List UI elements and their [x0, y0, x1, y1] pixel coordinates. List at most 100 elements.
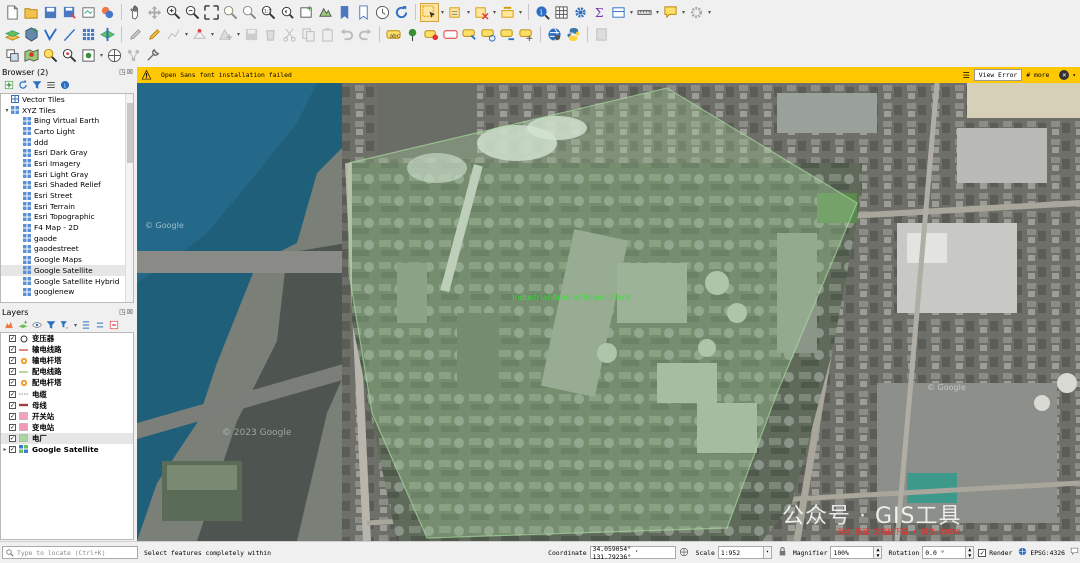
- layer-visibility-checkbox[interactable]: ✓: [9, 335, 16, 343]
- filter-icon[interactable]: [31, 79, 43, 91]
- select-by-value-icon[interactable]: [447, 4, 464, 21]
- zoom-out-icon[interactable]: [184, 4, 201, 21]
- new-geopackage-icon[interactable]: [23, 26, 40, 43]
- chevron-down-icon[interactable]: ▾: [236, 31, 241, 38]
- map-canvas[interactable]: Industrial Area of Power Plant © Google …: [137, 83, 1080, 541]
- processing-gear-icon[interactable]: [572, 4, 589, 21]
- new-project-icon[interactable]: [4, 4, 21, 21]
- edit-pencil-icon[interactable]: [127, 26, 144, 43]
- expand-all-icon[interactable]: [80, 319, 92, 331]
- data-source-manager-icon[interactable]: [4, 26, 21, 43]
- browser-item[interactable]: Google Satellite: [1, 265, 133, 276]
- zoom-layer-icon[interactable]: [241, 4, 258, 21]
- browser-item[interactable]: ▾ XYZ Tiles: [1, 105, 133, 116]
- save-as-icon[interactable]: [61, 4, 78, 21]
- zoom-to-point-icon[interactable]: [61, 47, 78, 64]
- select-features-icon[interactable]: [420, 2, 439, 22]
- browser-item[interactable]: Carto Light: [1, 126, 133, 137]
- crs-globe-icon[interactable]: [1018, 547, 1028, 558]
- layer-visibility-checkbox[interactable]: ✓: [9, 346, 16, 354]
- layer-item[interactable]: ✓ 电缆: [1, 388, 133, 399]
- chevron-down-icon[interactable]: ▾: [492, 9, 497, 16]
- browser-item[interactable]: Esri Shaded Relief: [1, 180, 133, 191]
- coordinate-toggle-icon[interactable]: [679, 547, 690, 559]
- browser-item[interactable]: F4 Map - 2D: [1, 222, 133, 233]
- label-toolbar-icon[interactable]: abc: [385, 26, 402, 43]
- paste-icon[interactable]: [319, 26, 336, 43]
- layer-item[interactable]: ▸ ✓ Google Satellite: [1, 444, 133, 455]
- label-show-hide-icon[interactable]: [442, 26, 459, 43]
- refresh-icon[interactable]: [17, 79, 29, 91]
- locator-search-input[interactable]: Type to locate (Ctrl+K): [2, 546, 138, 559]
- layer-visibility-checkbox[interactable]: ✓: [9, 423, 16, 431]
- layer-item[interactable]: ✓ 变电站: [1, 422, 133, 433]
- new-3d-view-icon[interactable]: [317, 4, 334, 21]
- filter-legend-icon[interactable]: [45, 319, 57, 331]
- undo-icon[interactable]: [338, 26, 355, 43]
- scale-dropdown-icon[interactable]: ▾: [763, 546, 772, 559]
- scale-field[interactable]: 1:952: [717, 546, 764, 559]
- chevron-down-icon[interactable]: ▾: [681, 9, 686, 16]
- browser-item[interactable]: gaode: [1, 233, 133, 244]
- layer-visibility-checkbox[interactable]: ✓: [9, 357, 16, 365]
- chevron-down-icon[interactable]: ▾: [440, 9, 445, 16]
- coordinate-field[interactable]: 34.059054° , 131.79236°: [589, 545, 676, 561]
- browser-item[interactable]: Google Satellite Hybrid: [1, 276, 133, 287]
- wrench-tool-icon[interactable]: [144, 47, 161, 64]
- scrollbar-thumb[interactable]: [127, 103, 133, 163]
- select-location-icon[interactable]: [499, 4, 516, 21]
- magnifier-field[interactable]: 100%: [830, 546, 875, 559]
- label-move-icon[interactable]: [461, 26, 478, 43]
- chevron-down-icon[interactable]: ▾: [99, 52, 104, 59]
- add-selected-layers-icon[interactable]: [3, 79, 15, 91]
- layer-visibility-checkbox[interactable]: ✓: [9, 379, 16, 387]
- add-csv-icon[interactable]: [61, 26, 78, 43]
- browser-item[interactable]: ddd: [1, 137, 133, 148]
- save-project-icon[interactable]: [42, 4, 59, 21]
- settings-gear-icon[interactable]: [688, 4, 705, 21]
- pan-to-selection-icon[interactable]: [146, 4, 163, 21]
- add-raster-icon[interactable]: [80, 26, 97, 43]
- messages-bubble-icon[interactable]: [1070, 547, 1080, 558]
- layer-visibility-checkbox[interactable]: ✓: [9, 368, 16, 376]
- vertex-tool-icon[interactable]: [191, 26, 208, 43]
- browser-item[interactable]: Esri Imagery: [1, 158, 133, 169]
- chevron-down-icon[interactable]: ▾: [210, 31, 215, 38]
- remove-layer-icon[interactable]: [108, 319, 120, 331]
- label-highlight-icon[interactable]: [423, 26, 440, 43]
- open-project-icon[interactable]: [23, 4, 40, 21]
- measure-table-icon[interactable]: [610, 4, 627, 21]
- browser-item[interactable]: Esri Light Gray: [1, 169, 133, 180]
- add-wms-icon[interactable]: [99, 26, 116, 43]
- copy-icon[interactable]: [300, 26, 317, 43]
- rotation-field[interactable]: 0.0 °: [922, 546, 967, 559]
- cut-icon[interactable]: [281, 26, 298, 43]
- zoom-selection-icon[interactable]: [222, 4, 239, 21]
- magnifier-spinner[interactable]: ▲ ▼: [874, 546, 883, 559]
- chevron-down-icon[interactable]: ▾: [655, 9, 660, 16]
- measure-line-icon[interactable]: [636, 4, 653, 21]
- chevron-down-icon[interactable]: ▾: [3, 107, 11, 114]
- bookmark-icon[interactable]: [336, 4, 353, 21]
- delete-selected-icon[interactable]: [262, 26, 279, 43]
- layer-item[interactable]: ✓ 开关站: [1, 411, 133, 422]
- layer-visibility-checkbox[interactable]: ✓: [9, 401, 16, 409]
- style-panel-icon[interactable]: [3, 319, 15, 331]
- add-group-icon[interactable]: [17, 319, 29, 331]
- layout-icon[interactable]: [4, 47, 21, 64]
- collapse-all-icon[interactable]: [45, 79, 57, 91]
- chevron-down-icon[interactable]: ▾: [73, 322, 78, 329]
- redo-icon[interactable]: [357, 26, 374, 43]
- view-error-button[interactable]: View Error: [973, 69, 1023, 81]
- render-checkbox[interactable]: ✓: [978, 548, 987, 557]
- chevron-down-icon[interactable]: ▾: [707, 9, 712, 16]
- browser-item[interactable]: Google Maps: [1, 254, 133, 265]
- layer-item[interactable]: ✓ 母线: [1, 400, 133, 411]
- more-messages-link[interactable]: # more: [1026, 71, 1049, 79]
- browser-item[interactable]: googlenew: [1, 286, 133, 297]
- label-pin-icon[interactable]: [404, 26, 421, 43]
- temporal-clock-icon[interactable]: [374, 4, 391, 21]
- network-icon[interactable]: [125, 47, 142, 64]
- statistics-sigma-icon[interactable]: Σ: [591, 4, 608, 21]
- filter-expression-icon[interactable]: ε: [59, 319, 71, 331]
